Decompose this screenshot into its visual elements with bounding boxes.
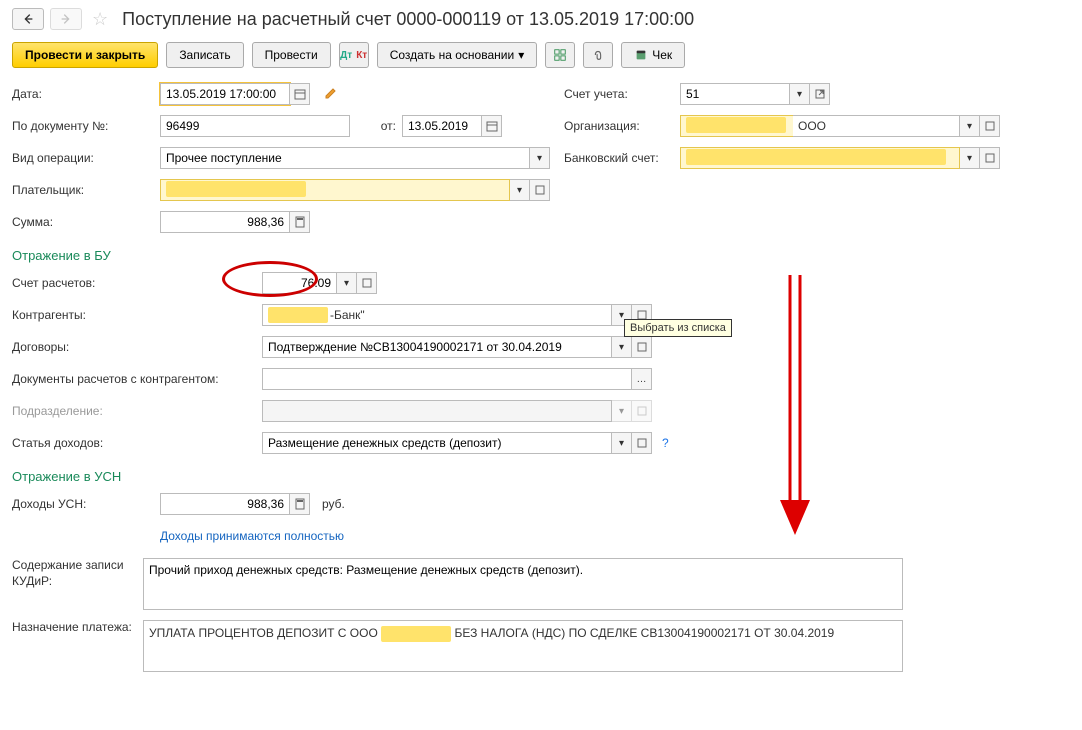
- receipt-icon: [634, 48, 648, 62]
- acct-input[interactable]: [262, 272, 337, 294]
- save-button[interactable]: Записать: [166, 42, 243, 68]
- dropdown-button[interactable]: ▾: [612, 432, 632, 454]
- bank-account-input[interactable]: [680, 147, 960, 169]
- attachment-button[interactable]: [583, 42, 613, 68]
- contract-input[interactable]: [262, 336, 612, 358]
- usn-income-label: Доходы УСН:: [12, 497, 154, 511]
- org-label: Организация:: [564, 119, 674, 133]
- date-input[interactable]: [160, 83, 290, 105]
- contract-label: Договоры:: [12, 340, 256, 354]
- op-type-label: Вид операции:: [12, 151, 154, 165]
- favorite-icon[interactable]: ☆: [92, 9, 108, 30]
- dept-input: [262, 400, 612, 422]
- dtkt-button[interactable]: ДтКт: [339, 42, 369, 68]
- pencil-icon[interactable]: [324, 86, 338, 103]
- counterparty-input[interactable]: -Банк": [262, 304, 612, 326]
- calculator-icon[interactable]: [290, 493, 310, 515]
- open-button[interactable]: [810, 83, 830, 105]
- receipt-label: Чек: [652, 48, 672, 62]
- counterparty-suffix: -Банк": [330, 308, 365, 322]
- income-input[interactable]: [262, 432, 612, 454]
- dropdown-button[interactable]: ▾: [612, 336, 632, 358]
- doc-date-input[interactable]: [402, 115, 482, 137]
- payer-label: Плательщик:: [12, 183, 154, 197]
- more-button[interactable]: …: [632, 368, 652, 390]
- nav-forward-button[interactable]: [50, 8, 82, 30]
- date-label: Дата:: [12, 87, 154, 101]
- dept-label: Подразделение:: [12, 404, 256, 418]
- account-input[interactable]: [680, 83, 790, 105]
- acct-label: Счет расчетов:: [12, 276, 154, 290]
- docs-label: Документы расчетов с контрагентом:: [12, 372, 256, 386]
- org-suffix: ООО: [793, 115, 960, 137]
- sum-label: Сумма:: [12, 215, 154, 229]
- create-based-label: Создать на основании: [390, 48, 515, 62]
- usn-income-input[interactable]: [160, 493, 290, 515]
- dropdown-button[interactable]: ▾: [960, 115, 980, 137]
- calendar-icon[interactable]: [290, 83, 310, 105]
- open-button[interactable]: [632, 432, 652, 454]
- bu-section-title: Отражение в БУ: [12, 238, 1070, 267]
- calendar-icon[interactable]: [482, 115, 502, 137]
- income-label: Статья доходов:: [12, 436, 256, 450]
- purpose-textarea[interactable]: УПЛАТА ПРОЦЕНТОВ ДЕПОЗИТ С ООО БЕЗ НАЛОГ…: [143, 620, 903, 672]
- doc-num-label: По документу №:: [12, 119, 154, 133]
- kudir-textarea[interactable]: [143, 558, 903, 610]
- doc-date-label: от:: [366, 119, 396, 133]
- payer-input[interactable]: [160, 179, 510, 201]
- doc-num-input[interactable]: [160, 115, 350, 137]
- dropdown-button[interactable]: ▾: [530, 147, 550, 169]
- open-button[interactable]: [530, 179, 550, 201]
- usn-section-title: Отражение в УСН: [12, 459, 1070, 488]
- sum-input[interactable]: [160, 211, 290, 233]
- help-icon[interactable]: ?: [662, 436, 669, 450]
- nav-back-button[interactable]: [12, 8, 44, 30]
- purpose-text-after: БЕЗ НАЛОГА (НДС) ПО СДЕЛКЕ СВ13004190002…: [451, 626, 834, 640]
- page-title: Поступление на расчетный счет 0000-00011…: [122, 9, 694, 30]
- receipt-button[interactable]: Чек: [621, 42, 685, 68]
- chevron-down-icon: ▾: [518, 48, 524, 62]
- dropdown-button[interactable]: ▾: [337, 272, 357, 294]
- op-type-input[interactable]: [160, 147, 530, 169]
- dropdown-button: ▾: [612, 400, 632, 422]
- open-button[interactable]: [632, 336, 652, 358]
- structure-button[interactable]: [545, 42, 575, 68]
- open-button[interactable]: [980, 147, 1000, 169]
- dropdown-tooltip: Выбрать из списка: [624, 319, 732, 337]
- usn-link[interactable]: Доходы принимаются полностью: [160, 529, 344, 543]
- dropdown-button[interactable]: ▾: [960, 147, 980, 169]
- dropdown-button[interactable]: ▾: [790, 83, 810, 105]
- open-button[interactable]: [357, 272, 377, 294]
- post-button[interactable]: Провести: [252, 42, 331, 68]
- purpose-text-before: УПЛАТА ПРОЦЕНТОВ ДЕПОЗИТ С ООО: [149, 626, 381, 640]
- post-and-close-button[interactable]: Провести и закрыть: [12, 42, 158, 68]
- open-button: [632, 400, 652, 422]
- censored-text: [381, 626, 451, 642]
- docs-input[interactable]: [262, 368, 632, 390]
- account-label: Счет учета:: [564, 87, 674, 101]
- purpose-label: Назначение платежа:: [12, 620, 137, 636]
- create-based-on-button[interactable]: Создать на основании ▾: [377, 42, 538, 68]
- org-input[interactable]: [680, 115, 793, 137]
- counterparty-label: Контрагенты:: [12, 308, 256, 322]
- currency-label: руб.: [322, 497, 345, 511]
- calculator-icon[interactable]: [290, 211, 310, 233]
- dropdown-button[interactable]: ▾: [510, 179, 530, 201]
- bank-account-label: Банковский счет:: [564, 151, 674, 165]
- kudir-label: Содержание записи КУДиР:: [12, 558, 137, 589]
- open-button[interactable]: [980, 115, 1000, 137]
